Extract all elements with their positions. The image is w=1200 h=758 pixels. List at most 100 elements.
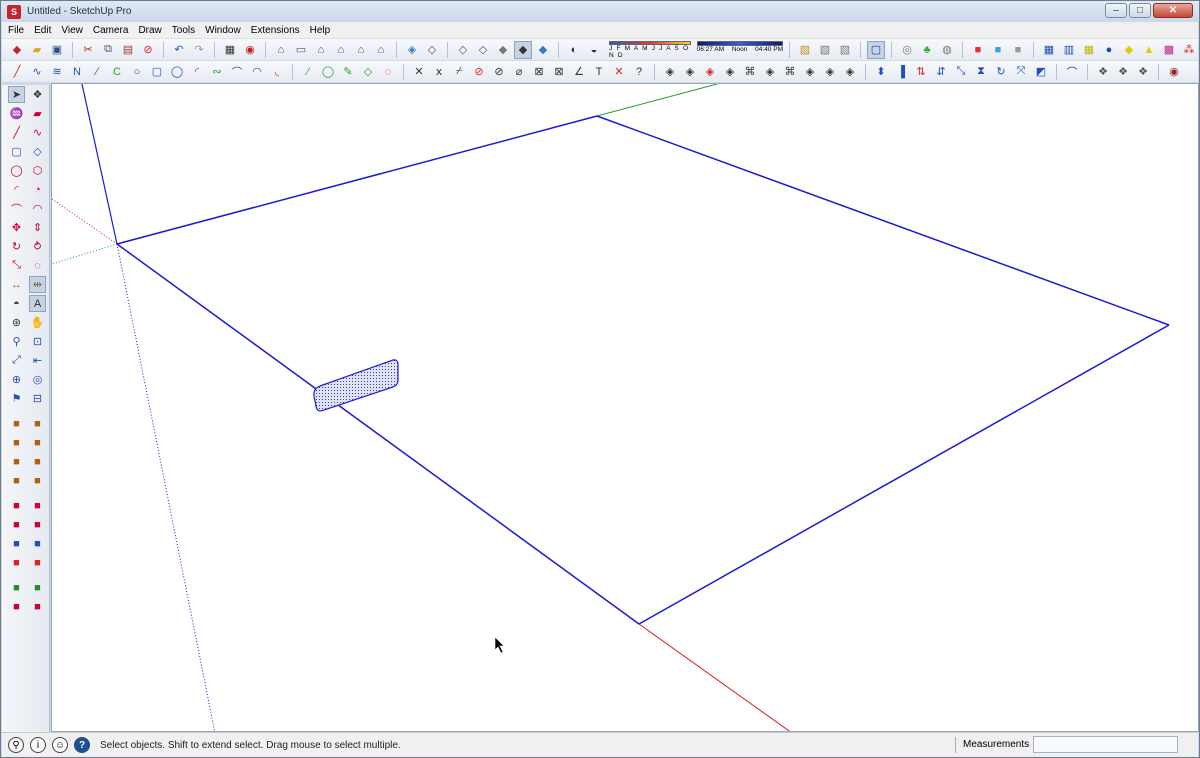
pie-icon[interactable]: ◔ <box>29 181 46 198</box>
help-query-icon[interactable]: ? <box>630 63 648 81</box>
model-edges[interactable] <box>116 115 1170 654</box>
trim-icon[interactable]: ⌿ <box>450 63 468 81</box>
section-icon[interactable]: ▢ <box>867 40 885 59</box>
menu-view[interactable]: View <box>61 25 83 36</box>
solid-inspector-icon[interactable]: ■ <box>8 598 25 615</box>
fog-icon[interactable]: ◒ <box>585 41 603 59</box>
arc2-icon[interactable]: ∕ <box>88 63 106 81</box>
scale-icon[interactable]: ⤡ <box>8 257 25 274</box>
hidden-line-icon[interactable]: ◇ <box>474 41 492 59</box>
layer-icon[interactable]: ◎ <box>898 41 916 59</box>
sandbox-from-contours-icon[interactable]: ■ <box>8 415 25 432</box>
zoom-extents-icon[interactable]: ⬍ <box>872 63 890 81</box>
user-account-icon[interactable]: ☺ <box>52 737 68 753</box>
sandbox-from-scratch-icon[interactable]: ■ <box>29 415 46 432</box>
maximize-button[interactable]: □ <box>1129 3 1151 18</box>
freehand-icon[interactable]: ∿ <box>28 63 46 81</box>
dimension-icon[interactable]: ⇹ <box>29 276 46 293</box>
polyline-icon[interactable]: N <box>68 63 86 81</box>
menu-draw[interactable]: Draw <box>138 25 161 36</box>
back-edges-icon[interactable]: ◇ <box>423 41 441 59</box>
rotate-camera-icon[interactable]: ■ <box>1009 41 1027 59</box>
erase-selection-icon[interactable]: ⊘ <box>139 41 157 59</box>
cone-icon[interactable]: ▲ <box>1140 41 1158 59</box>
zoom-extents-icon[interactable]: ⤢ <box>8 352 25 369</box>
monochrome-icon[interactable]: ◆ <box>534 41 552 59</box>
text-icon[interactable]: T <box>590 63 608 81</box>
model-scene[interactable] <box>52 84 1199 732</box>
rectangle-icon[interactable]: ▢ <box>148 63 166 81</box>
follow-me-icon[interactable]: ◈ <box>661 63 679 81</box>
styles-browser-icon[interactable]: ❖ <box>1134 63 1152 81</box>
xray-icon[interactable]: ◈ <box>403 41 421 59</box>
close-button[interactable]: ✕ <box>1153 3 1193 18</box>
shadow-month-slider[interactable]: J F M A M J J A S O N D <box>609 40 691 59</box>
wireframe-icon[interactable]: ◇ <box>454 41 472 59</box>
rotate-icon[interactable]: ↻ <box>8 238 25 255</box>
axes-icon[interactable]: ✕ <box>610 63 628 81</box>
section-plane-icon[interactable]: ⊟ <box>29 390 46 407</box>
bezier-icon[interactable]: ⌒ <box>228 63 246 81</box>
warehouse-icon[interactable]: ■ <box>8 497 25 514</box>
shadow-time-slider[interactable]: 06:27 AM Noon 04:40 PM <box>696 40 783 59</box>
menu-window[interactable]: Window <box>205 25 241 36</box>
materials-icon[interactable]: ❖ <box>1114 63 1132 81</box>
next-icon[interactable]: ⇅ <box>912 63 930 81</box>
back-view-icon[interactable]: ⌂ <box>352 41 370 59</box>
shadows-toggle-icon[interactable]: ◐ <box>565 41 583 59</box>
chamfer-icon[interactable]: ◌ <box>379 63 397 81</box>
extension-icon[interactable]: ▦ <box>1080 41 1098 59</box>
solid-icon[interactable]: ♣ <box>918 41 936 59</box>
intersect-solid-icon[interactable]: ⌘ <box>781 63 799 81</box>
offset-icon[interactable]: ◌ <box>29 257 46 274</box>
circle-icon[interactable]: ◯ <box>8 162 25 179</box>
components-browser-icon[interactable]: ❖ <box>1094 63 1112 81</box>
top-view-icon[interactable]: ▭ <box>292 41 310 59</box>
cut-icon[interactable]: ✂ <box>79 41 97 59</box>
select-arrow-icon[interactable]: ➤ <box>8 86 25 103</box>
minimize-button[interactable]: – <box>1105 3 1127 18</box>
layers-icon[interactable]: ■ <box>8 554 25 571</box>
arc3-icon[interactable]: ◠ <box>248 63 266 81</box>
menu-help[interactable]: Help <box>310 25 331 36</box>
share-model-icon[interactable]: ▧ <box>816 41 834 59</box>
edge-front-right[interactable] <box>638 324 1170 625</box>
share-component-icon[interactable]: ■ <box>29 516 46 533</box>
edge-back-left[interactable] <box>116 115 598 245</box>
walk2-icon[interactable]: ⤡ <box>952 63 970 81</box>
move-icon[interactable]: ✥ <box>8 219 25 236</box>
menu-camera[interactable]: Camera <box>93 25 129 36</box>
component-options-icon[interactable]: ■ <box>29 579 46 596</box>
shaded-texture-icon[interactable]: ◆ <box>514 40 532 59</box>
follow-me-icon[interactable]: ⥁ <box>29 238 46 255</box>
outer-shell-icon[interactable]: ◈ <box>701 63 719 81</box>
edge-front-left[interactable] <box>116 243 640 625</box>
grid-icon[interactable]: ◆ <box>1120 41 1138 59</box>
drawing-viewport[interactable] <box>51 83 1199 732</box>
save-icon[interactable]: ▣ <box>48 41 66 59</box>
palette-icon[interactable]: ▩ <box>1160 41 1178 59</box>
previous-view-icon[interactable]: ⇤ <box>29 352 46 369</box>
section2-icon[interactable]: ↻ <box>992 63 1010 81</box>
rotated-rect-icon[interactable]: ◇ <box>29 143 46 160</box>
pan-icon[interactable]: ✋ <box>29 314 46 331</box>
pencil-line-icon[interactable]: ╱ <box>8 124 25 141</box>
spline-icon[interactable]: ∾ <box>208 63 226 81</box>
share-model-icon[interactable]: ■ <box>8 516 25 533</box>
redo-icon[interactable]: ↷ <box>190 41 208 59</box>
front-view-icon[interactable]: ⌂ <box>312 41 330 59</box>
previous-icon[interactable]: ▐ <box>892 63 910 81</box>
paint-icon[interactable]: ▥ <box>1060 41 1078 59</box>
fillet-icon[interactable]: ✕ <box>410 63 428 81</box>
edge-back-right[interactable] <box>596 115 1170 326</box>
two-point-arc-icon[interactable]: ⌒ <box>8 200 25 217</box>
extend-icon[interactable]: ⅹ <box>430 63 448 81</box>
color-grid-icon[interactable]: ● <box>1100 41 1118 59</box>
selected-face[interactable] <box>313 359 399 412</box>
display-section-icon[interactable]: ⤧ <box>1012 63 1030 81</box>
sketchup-ruby-icon[interactable]: ■ <box>29 598 46 615</box>
tape-measure-icon[interactable]: ↔ <box>8 276 25 293</box>
eraser-icon[interactable]: ▰ <box>29 105 46 122</box>
copy-icon[interactable]: ⧉ <box>99 41 117 59</box>
look-icon[interactable]: ▦ <box>1040 41 1058 59</box>
